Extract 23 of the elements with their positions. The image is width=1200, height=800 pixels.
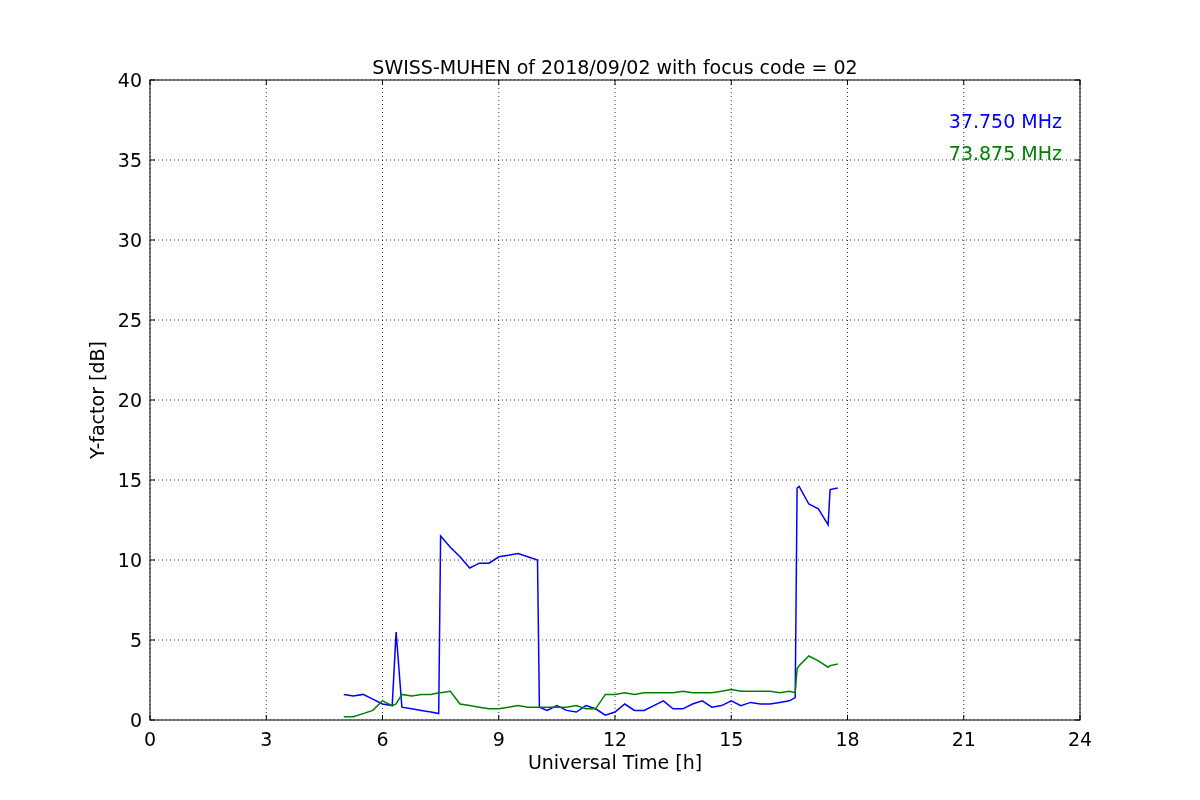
y-tick-label: 15	[117, 469, 142, 491]
y-tick-label: 35	[117, 149, 142, 171]
x-tick-label: 15	[719, 728, 744, 750]
x-tick-label: 18	[835, 728, 860, 750]
x-tick-label: 9	[492, 728, 505, 750]
y-tick-label: 5	[129, 629, 142, 651]
x-tick-label: 12	[602, 728, 628, 750]
y-tick-label: 30	[117, 229, 142, 251]
x-tick-label: 24	[1067, 728, 1093, 750]
x-tick-label: 6	[376, 728, 389, 750]
y-axis-label: Y-factor [dB]	[86, 341, 108, 459]
legend-label: 37.750 MHz	[948, 110, 1062, 132]
y-tick-label: 0	[129, 709, 142, 731]
x-tick-label: 21	[951, 728, 976, 750]
x-axis-label: Universal Time [h]	[527, 751, 703, 773]
legend-label: 73.875 MHz	[948, 142, 1062, 164]
x-tick-label: 3	[260, 728, 273, 750]
y-tick-label: 25	[117, 309, 142, 331]
x-tick-label: 0	[143, 728, 157, 750]
y-tick-label: 10	[117, 549, 142, 571]
chart-title: SWISS-MUHEN of 2018/09/02 with focus code = 02	[372, 56, 858, 78]
y-tick-label: 20	[117, 389, 142, 411]
y-tick-label: 40	[117, 69, 142, 91]
